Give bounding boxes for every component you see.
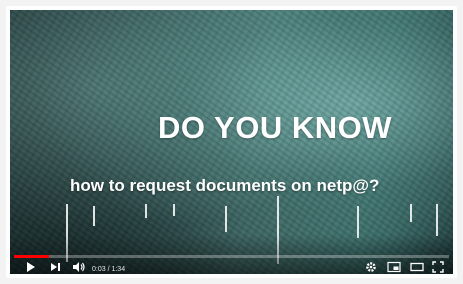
play-icon[interactable] (26, 260, 36, 274)
video-headline: DO YOU KNOW (158, 110, 392, 145)
next-icon[interactable] (50, 260, 61, 274)
decorative-line (436, 204, 438, 236)
decorative-line (93, 206, 95, 226)
settings-icon[interactable] (365, 260, 377, 274)
decorative-line (173, 204, 175, 216)
theater-icon[interactable] (410, 260, 424, 274)
video-subline: how to request documents on netp@? (70, 176, 380, 195)
volume-icon[interactable] (72, 260, 86, 274)
decorative-line (410, 204, 412, 222)
fullscreen-icon[interactable] (432, 260, 444, 274)
decorative-line (225, 206, 227, 232)
control-bar: 0:03 / 1:34 (10, 259, 453, 274)
video-player[interactable]: DO YOU KNOW how to request documents on … (10, 10, 453, 274)
miniplayer-icon[interactable] (387, 260, 401, 274)
time-display: 0:03 / 1:34 (92, 266, 126, 273)
decorative-line (145, 204, 147, 218)
progress-played (14, 255, 49, 258)
progress-bar[interactable] (14, 255, 449, 258)
